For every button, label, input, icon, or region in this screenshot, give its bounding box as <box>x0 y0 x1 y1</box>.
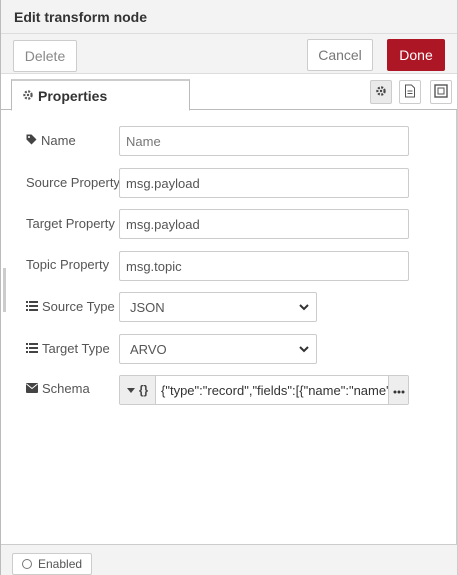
gear-icon <box>375 84 387 100</box>
name-label-text: Name <box>41 133 76 148</box>
enabled-toggle[interactable]: Enabled <box>12 553 92 575</box>
chevron-down-icon <box>298 301 310 316</box>
ellipsis-icon <box>393 383 405 397</box>
description-tab-button[interactable] <box>399 80 421 104</box>
schema-value[interactable]: {"type":"record","fields":[{"name":"name… <box>156 383 388 398</box>
target-property-input[interactable]: msg.payload <box>119 209 409 239</box>
topic-property-label: Topic Property <box>26 257 110 272</box>
tray-footer: Enabled <box>1 544 457 575</box>
list-icon <box>26 299 38 314</box>
cancel-button[interactable]: Cancel <box>307 39 373 71</box>
name-input[interactable] <box>119 126 409 156</box>
edit-tray: Edit transform node Delete Cancel Done P… <box>0 0 458 575</box>
source-property-label: Source Property <box>26 175 120 190</box>
tray-title: Edit transform node <box>14 9 148 25</box>
settings-tab-button[interactable] <box>370 80 392 104</box>
enabled-label: Enabled <box>38 557 83 571</box>
schema-type-selector[interactable]: {} <box>120 376 156 404</box>
circle-icon <box>22 559 32 569</box>
source-property-input[interactable]: msg.payload <box>119 168 409 198</box>
tab-properties-label: Properties <box>38 88 108 104</box>
target-property-label: Target Property <box>26 216 115 231</box>
node-frame-icon <box>434 83 448 101</box>
target-type-label-text: Target Type <box>42 341 110 356</box>
schema-label: Schema <box>26 381 90 396</box>
json-type-glyph: {} <box>138 383 149 397</box>
topic-property-input[interactable]: msg.topic <box>119 251 409 281</box>
chevron-down-icon <box>298 343 310 358</box>
tray-header: Edit transform node <box>1 0 457 34</box>
source-type-label: Source Type <box>26 299 115 314</box>
schema-label-text: Schema <box>42 381 90 396</box>
delete-button[interactable]: Delete <box>13 40 77 72</box>
envelope-icon <box>26 381 38 396</box>
schema-typed-input: {} {"type":"record","fields":[{"name":"n… <box>119 375 409 405</box>
tray-toolbar: Delete Cancel Done <box>1 34 457 74</box>
target-type-label: Target Type <box>26 341 110 356</box>
done-button[interactable]: Done <box>387 39 445 71</box>
target-type-value: ARVO <box>130 341 167 357</box>
document-icon <box>404 84 416 101</box>
expand-editor-button[interactable] <box>388 376 408 404</box>
caret-down-icon <box>126 383 135 397</box>
list-icon <box>26 341 38 356</box>
source-type-label-text: Source Type <box>42 299 115 314</box>
resize-handle[interactable] <box>3 268 6 312</box>
gear-icon <box>22 89 34 104</box>
source-type-value: JSON <box>130 299 165 315</box>
tab-properties[interactable]: Properties <box>11 79 190 111</box>
tag-icon <box>26 133 37 148</box>
name-label: Name <box>26 133 76 148</box>
source-type-select[interactable]: JSON <box>119 292 317 322</box>
target-type-select[interactable]: ARVO <box>119 334 317 364</box>
appearance-tab-button[interactable] <box>430 80 452 104</box>
